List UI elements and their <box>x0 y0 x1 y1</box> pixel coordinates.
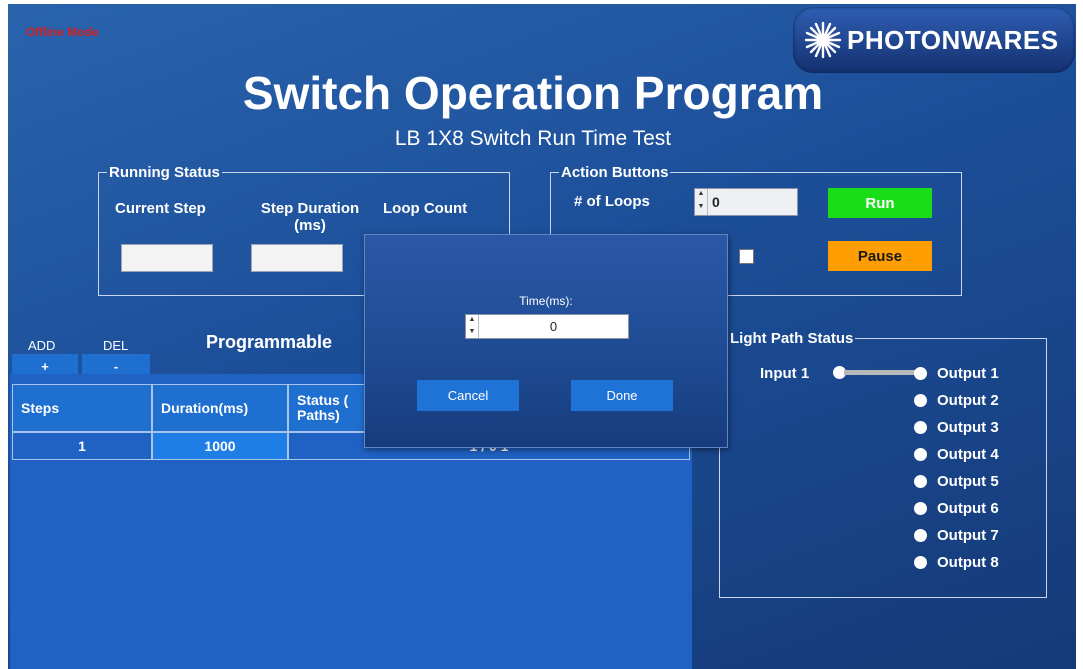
output-row: Output 6 <box>914 500 999 517</box>
starburst-icon <box>804 21 842 59</box>
page-title: Switch Operation Program <box>242 67 824 119</box>
pause-button[interactable]: Pause <box>828 241 932 271</box>
output-row: Output 2 <box>914 392 999 409</box>
main-window: Offline Mode PHOTONWARES Switch Operatio… <box>8 4 1076 669</box>
output-row: Output 5 <box>914 473 999 490</box>
photonwares-logo: PHOTONWARES <box>793 7 1075 73</box>
done-button[interactable]: Done <box>571 380 673 411</box>
light-path-legend: Light Path Status <box>730 330 854 347</box>
cancel-button[interactable]: Cancel <box>417 380 519 411</box>
offline-mode-indicator: Offline Mode <box>26 25 99 39</box>
time-input-dialog: Time(ms): ▲ ▼ 0 Cancel Done <box>364 234 728 448</box>
action-buttons-legend: Action Buttons <box>561 164 669 181</box>
stepper-down-icon[interactable]: ▼ <box>695 202 707 215</box>
output-row: Output 7 <box>914 527 999 544</box>
stepper-up-icon[interactable]: ▲ <box>695 189 707 202</box>
stepper-up-icon[interactable]: ▲ <box>466 315 478 327</box>
action-checkbox[interactable] <box>739 249 754 264</box>
output-dot <box>914 529 927 542</box>
output-row: Output 1 <box>914 365 999 382</box>
running-status-legend: Running Status <box>109 164 220 181</box>
cell-step[interactable]: 1 <box>12 432 152 460</box>
add-label: ADD <box>28 338 56 353</box>
output-dot <box>914 448 927 461</box>
loop-count-label: Loop Count <box>383 200 468 217</box>
loops-value: 0 <box>712 194 720 210</box>
time-stepper-arrows[interactable]: ▲ ▼ <box>466 315 479 338</box>
step-duration-label: Step Duration (ms) <box>260 200 360 234</box>
time-stepper[interactable]: ▲ ▼ 0 <box>465 314 629 339</box>
loops-stepper-arrows[interactable]: ▲ ▼ <box>695 189 708 215</box>
cell-duration[interactable]: 1000 <box>152 432 288 460</box>
time-label: Time(ms): <box>519 294 573 308</box>
column-header-duration[interactable]: Duration(ms) <box>152 384 288 432</box>
programmable-title: Programmable <box>206 332 333 352</box>
step-duration-field <box>251 244 343 272</box>
output-dot <box>914 394 927 407</box>
output-row: Output 8 <box>914 554 999 571</box>
loops-label: # of Loops <box>574 193 650 210</box>
output-dot <box>914 421 927 434</box>
logo-text: PHOTONWARES <box>847 24 1059 55</box>
column-header-steps[interactable]: Steps <box>12 384 152 432</box>
output-row: Output 3 <box>914 419 999 436</box>
del-label: DEL <box>103 338 129 353</box>
stepper-down-icon[interactable]: ▼ <box>466 327 478 339</box>
light-path-connector <box>844 370 920 375</box>
page-subtitle: LB 1X8 Switch Run Time Test <box>394 127 672 150</box>
output-dot <box>914 556 927 569</box>
output-dot <box>914 367 927 380</box>
output-dot <box>914 502 927 515</box>
output-dot <box>914 475 927 488</box>
input-label: Input 1 <box>760 365 810 382</box>
run-button[interactable]: Run <box>828 188 932 218</box>
time-value[interactable]: 0 <box>479 319 628 334</box>
current-step-field <box>121 244 213 272</box>
current-step-label: Current Step <box>115 200 206 217</box>
loops-stepper[interactable]: ▲ ▼ 0 <box>694 188 798 216</box>
output-row: Output 4 <box>914 446 999 463</box>
